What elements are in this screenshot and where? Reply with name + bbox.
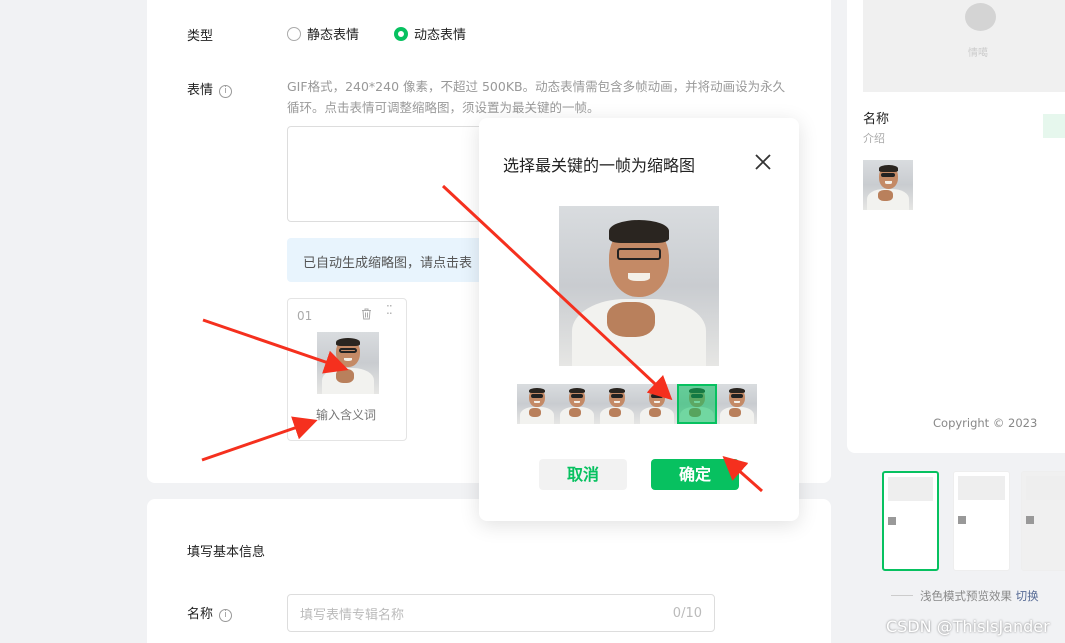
radio-circle-icon: [287, 26, 301, 41]
frame-thumbnail[interactable]: [677, 384, 717, 424]
frame-thumbnail[interactable]: [637, 384, 677, 424]
watermark: CSDN @ThisIsJander: [886, 617, 1050, 636]
switch-link[interactable]: 切换: [1016, 589, 1039, 603]
radio-checked-icon: [394, 26, 408, 41]
preview-intro: 介绍: [863, 132, 885, 145]
frame-thumbnail[interactable]: [717, 384, 757, 424]
sticker-label: 表情 i: [187, 79, 233, 98]
dialog-title: 选择最关键的一帧为缩略图: [503, 156, 696, 175]
radio-animated[interactable]: 动态表情: [394, 24, 466, 43]
selected-frame-preview: [559, 206, 719, 366]
radio-static[interactable]: 静态表情: [287, 24, 359, 43]
frame-thumbnail[interactable]: [517, 384, 557, 424]
type-label: 类型: [187, 29, 214, 44]
sticker-thumbnail[interactable]: [317, 332, 379, 394]
preview-bubble-text: 情噶: [968, 48, 988, 59]
trash-icon[interactable]: [361, 308, 372, 320]
basic-info-title: 填写基本信息: [187, 545, 266, 560]
close-icon[interactable]: [754, 153, 772, 171]
sticker-item-card[interactable]: 01 ⁚⁚: [287, 298, 407, 441]
divider: [891, 595, 913, 596]
dark-mode-option[interactable]: [1021, 471, 1065, 571]
mode-option-2[interactable]: [953, 471, 1010, 571]
confirm-button[interactable]: 确定: [651, 459, 739, 490]
meaning-input[interactable]: [316, 408, 396, 422]
mode-preview-label: 浅色模式预览效果: [920, 589, 1012, 603]
light-mode-option[interactable]: [882, 471, 939, 571]
chat-bubble-icon: [965, 3, 996, 31]
album-name-input[interactable]: 填写表情专辑名称 0/10: [287, 594, 715, 632]
info-icon[interactable]: i: [219, 85, 233, 98]
sticker-label-text: 表情: [187, 83, 214, 98]
mode-preview-text: 浅色模式预览效果 切换: [920, 588, 1039, 604]
preview-sticker: [863, 160, 913, 210]
drag-handle-icon[interactable]: ⁚⁚: [386, 304, 393, 316]
preview-copyright: Copyright © 2023: [933, 416, 1038, 430]
album-name-counter: 0/10: [672, 605, 702, 621]
sticker-index: 01: [297, 309, 313, 323]
name-label: 名称 i: [187, 603, 233, 622]
radio-animated-label: 动态表情: [414, 28, 467, 43]
radio-static-label: 静态表情: [307, 28, 360, 43]
frame-thumbnail[interactable]: [557, 384, 597, 424]
sticker-hint: GIF格式，240*240 像素，不超过 500KB。动态表情需包含多帧动画，并…: [287, 79, 786, 115]
cancel-button[interactable]: 取消: [539, 459, 627, 490]
frame-strip: [517, 384, 757, 424]
name-label-text: 名称: [187, 607, 214, 622]
preview-header: [863, 0, 1065, 92]
preview-name: 名称: [863, 112, 890, 127]
info-icon[interactable]: i: [219, 609, 233, 622]
thumbnail-dialog: 选择最关键的一帧为缩略图 取消 确定: [479, 118, 799, 521]
preview-add-button: [1043, 114, 1065, 138]
album-name-placeholder: 填写表情专辑名称: [300, 607, 405, 623]
frame-thumbnail[interactable]: [597, 384, 637, 424]
